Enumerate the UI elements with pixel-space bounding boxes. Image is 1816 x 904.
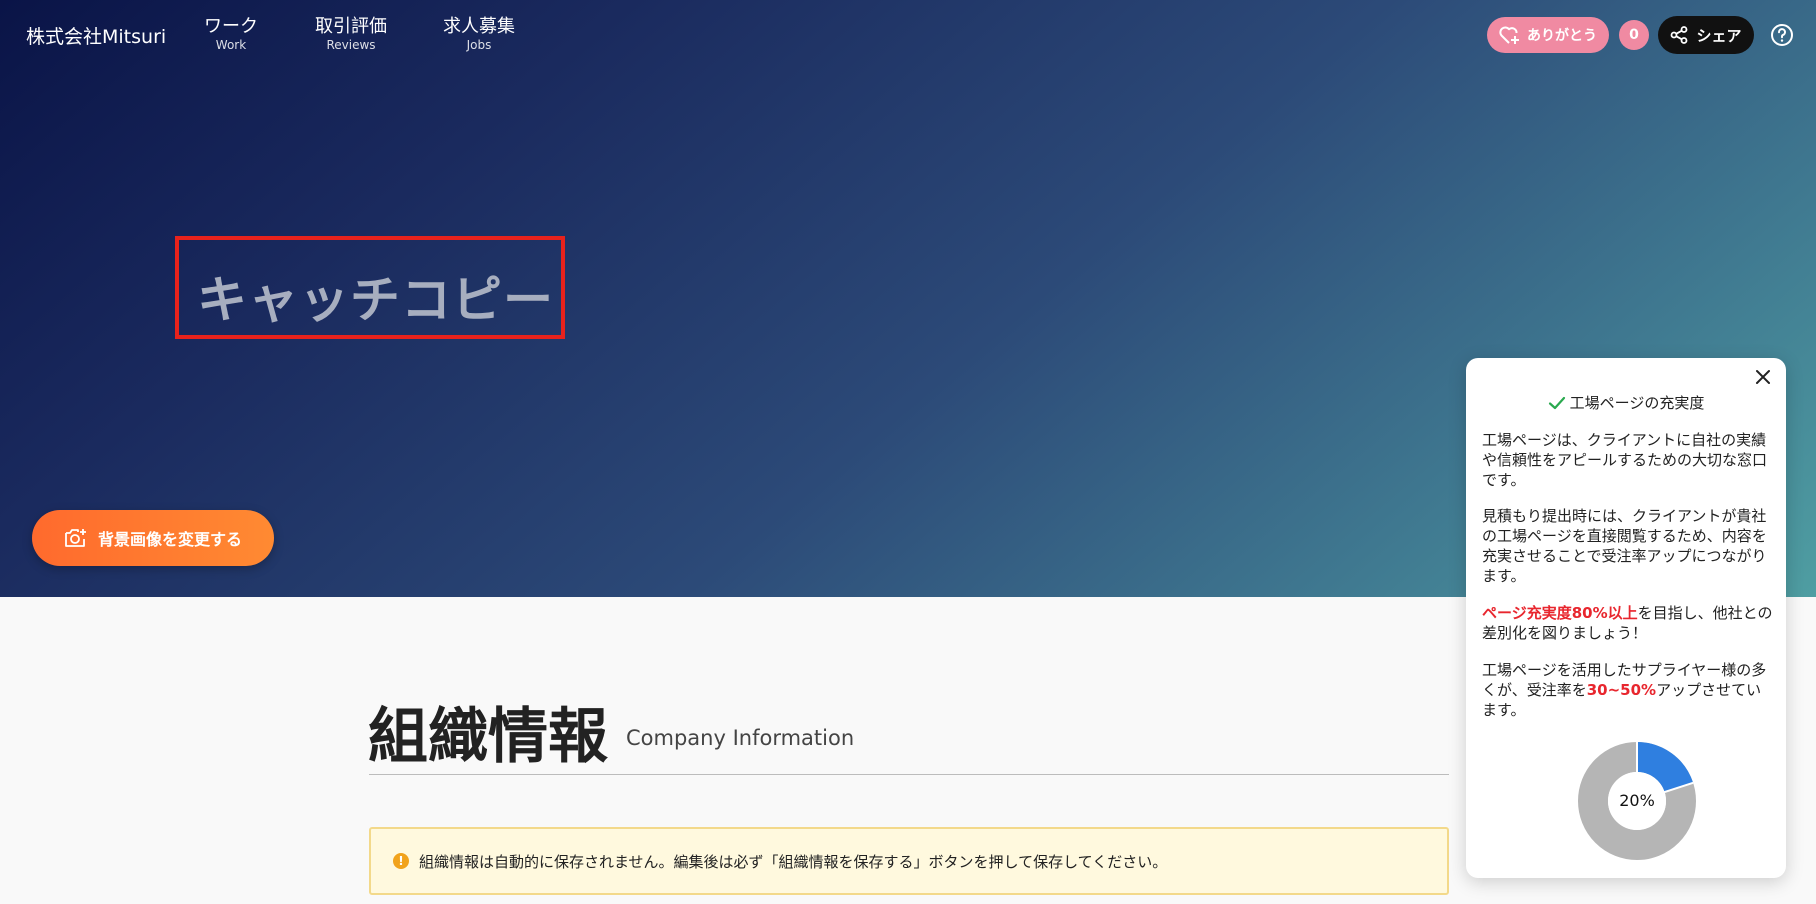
change-background-label: 背景画像を変更する [97,530,242,549]
nav-reviews-sublabel: Reviews [326,38,376,52]
heart-plus-icon [1499,26,1519,44]
section-title: 組織情報 [368,702,608,772]
completion-donut-chart: 20% [1578,742,1696,860]
panel-paragraph-3: ページ充実度80%以上を目指し、他社との差別化を図りましょう！ [1482,603,1774,643]
share-button[interactable]: シェア [1658,16,1754,54]
panel-paragraph-2: 見積もり提出時には、クライアントが貴社の工場ページを直接閲覧するため、内容を充実… [1482,507,1767,585]
nav-reviews-label: 取引評価 [315,16,387,37]
share-icon [1671,26,1688,44]
rate-highlight: 30~50% [1586,681,1657,699]
nav-work[interactable]: ワーク Work [204,16,258,52]
check-icon [1548,396,1565,409]
nav-reviews[interactable]: 取引評価 Reviews [315,16,387,52]
nav-jobs-label: 求人募集 [443,16,515,37]
thanks-button[interactable]: ありがとう [1487,17,1609,53]
page-completion-panel: 工場ページの充実度 工場ページは、クライアントに自社の実績や信頼性をアピールする… [1466,358,1786,878]
nav-jobs-sublabel: Jobs [466,38,492,52]
thanks-count-badge: 0 [1619,20,1649,50]
top-navigation: 株式会社Mitsuri ワーク Work 取引評価 Reviews 求人募集 J… [0,0,1816,70]
nav-work-sublabel: Work [215,38,247,52]
share-label: シェア [1696,26,1742,45]
nav-jobs[interactable]: 求人募集 Jobs [443,16,515,52]
save-notice: ! 組織情報は自動的に保存されません。編集後は必ず「組織情報を保存する」ボタンを… [369,827,1449,895]
catch-copy-text[interactable]: キャッチコピー [197,260,554,332]
catch-copy-box[interactable]: キャッチコピー [175,236,565,339]
section-divider [369,774,1449,775]
close-icon[interactable] [1754,368,1772,386]
camera-plus-icon [65,529,86,547]
thanks-label: ありがとう [1527,28,1597,44]
question-circle-icon[interactable] [1770,23,1794,47]
company-brand[interactable]: 株式会社Mitsuri [26,22,166,49]
change-background-button[interactable]: 背景画像を変更する [32,510,274,566]
panel-paragraph-1: 工場ページは、クライアントに自社の実績や信頼性をアピールするための大切な窓口です… [1482,431,1768,489]
save-notice-text: 組織情報は自動的に保存されません。編集後は必ず「組織情報を保存する」ボタンを押し… [419,852,1168,871]
panel-title-text: 工場ページの充実度 [1569,394,1705,412]
target-highlight: ページ充実度80%以上 [1482,604,1638,622]
nav-work-label: ワーク [204,16,258,37]
panel-title: 工場ページの充実度 [1466,392,1786,413]
panel-paragraph-4: 工場ページを活用したサプライヤー様の多くが、受注率を30~50%アップさせていま… [1482,660,1774,720]
completion-label: 20% [1619,791,1655,810]
section-subtitle: Company Information [626,726,855,750]
warning-icon: ! [393,853,409,869]
